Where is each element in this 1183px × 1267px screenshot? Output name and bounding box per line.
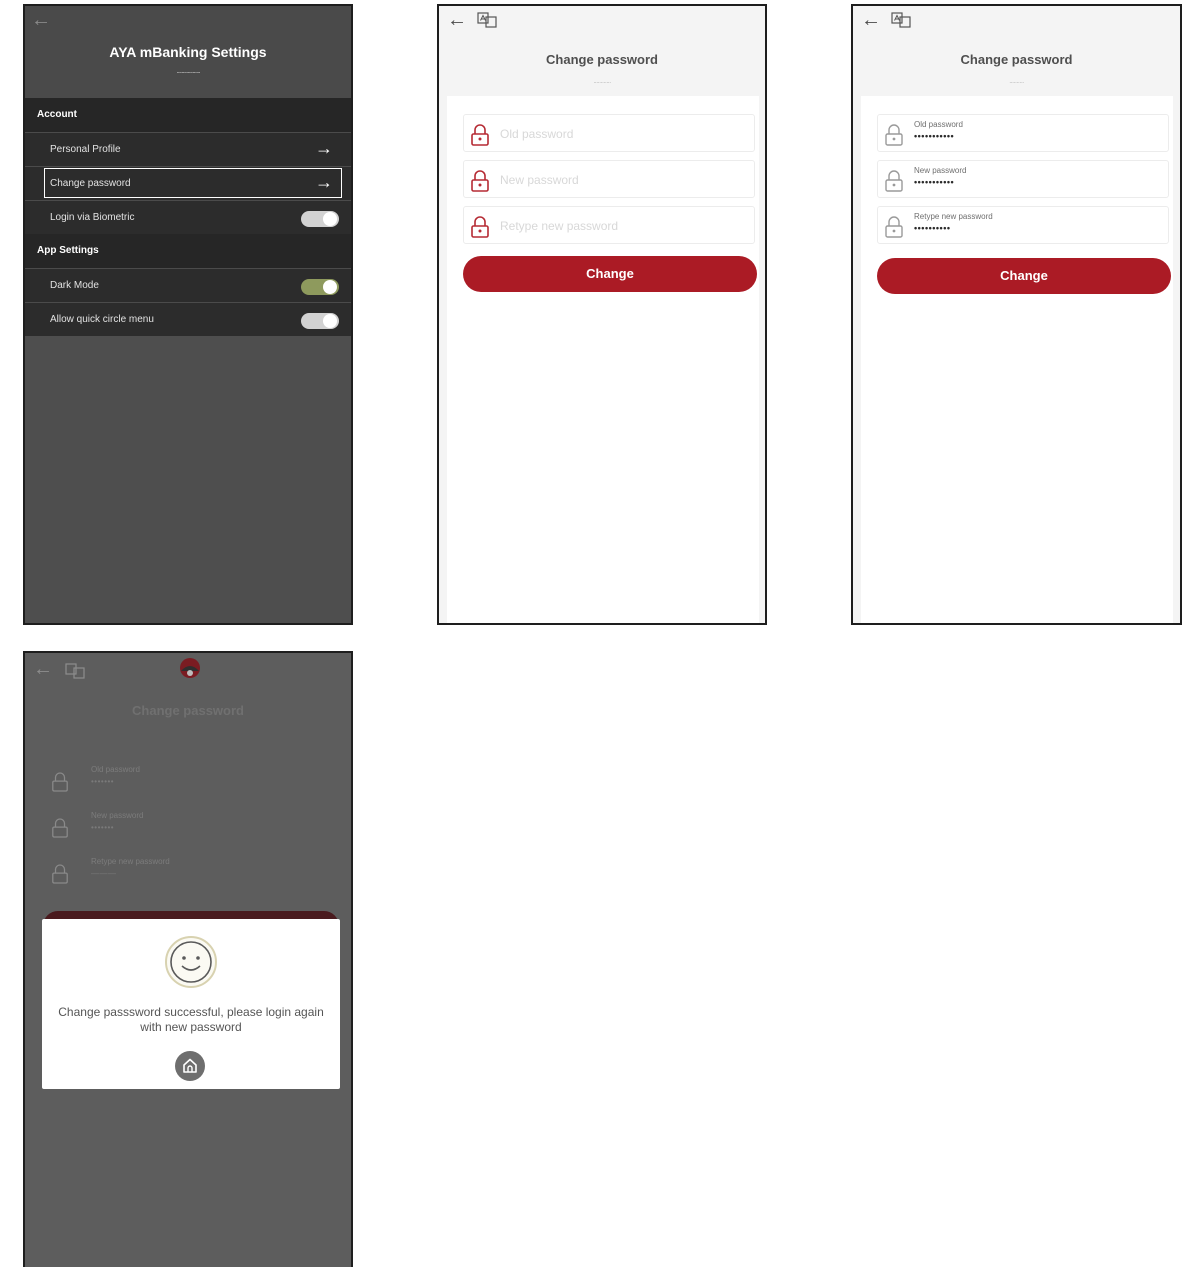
back-arrow-icon[interactable]: ← [31, 10, 51, 30]
home-button[interactable] [175, 1051, 205, 1081]
new-password-field: New password ••••••• [49, 807, 339, 847]
settings-header: ← AYA mBanking Settings ................… [25, 6, 351, 98]
title-underline: .......... [1009, 78, 1024, 85]
retype-password-field[interactable]: Retype new password [463, 206, 755, 244]
field-value: ••••••••••• [914, 131, 955, 141]
lock-icon [471, 170, 489, 192]
title-underline: ............ [593, 78, 611, 85]
field-label: Old password [914, 120, 963, 129]
dark-mode-toggle[interactable] [301, 279, 339, 295]
section-header-app-settings: App Settings [25, 234, 351, 268]
change-button[interactable]: Change [463, 256, 757, 292]
retype-password-field: Retype new password ——— [49, 853, 339, 893]
change-password-screen-filled: ← Change password .......... Old passwor… [851, 4, 1182, 625]
page-title: Change password [960, 52, 1073, 67]
back-arrow-icon[interactable]: ← [447, 10, 467, 30]
arrow-right-icon: → [315, 172, 333, 192]
field-placeholder: Retype new password [500, 219, 619, 233]
title-underline: ................... [176, 66, 200, 75]
field-placeholder: New password [500, 173, 579, 187]
section-header-account: Account [25, 98, 351, 132]
success-message: Change passsword successful, please logi… [58, 1005, 324, 1034]
arrow-right-icon: → [315, 138, 333, 158]
toggle-knob [323, 212, 337, 226]
old-password-field[interactable]: Old password [463, 114, 755, 152]
old-password-field: Old password ••••••• [49, 761, 339, 801]
field-label: Old password [91, 765, 140, 774]
change-button[interactable]: Change [877, 258, 1171, 294]
page-title: Change password [132, 703, 244, 718]
field-label: New password [914, 166, 967, 175]
field-placeholder: Old password [500, 127, 574, 141]
toggle-knob [323, 314, 337, 328]
field-label: Retype new password [914, 212, 993, 221]
password-changed-screen: ← Change password Old password ••••••• N… [23, 651, 353, 1267]
field-value: •••••••••• [914, 223, 951, 233]
language-translate-icon[interactable] [477, 12, 497, 28]
aya-bank-logo-icon [180, 658, 200, 678]
lock-icon [885, 170, 903, 192]
language-translate-icon [65, 663, 85, 679]
settings-item-quick-circle-menu: Allow quick circle menu [25, 302, 351, 336]
home-icon [183, 1058, 197, 1073]
biometric-toggle[interactable] [301, 211, 339, 227]
settings-item-change-password[interactable]: Change password → [25, 166, 351, 200]
new-password-field[interactable]: New password ••••••••••• [877, 160, 1169, 198]
settings-item-label: Dark Mode [50, 280, 99, 291]
toggle-knob [323, 280, 337, 294]
success-dialog: Change passsword successful, please logi… [42, 919, 340, 1089]
lock-icon [885, 216, 903, 238]
smiley-face-icon [165, 936, 217, 988]
change-password-screen-empty: ← Change password ............ Old passw… [437, 4, 767, 625]
field-value: ——— [91, 869, 117, 878]
settings-item-label: Change password [50, 178, 131, 189]
field-value: ••••••• [91, 823, 115, 832]
field-label: Retype new password [91, 857, 170, 866]
retype-password-field[interactable]: Retype new password •••••••••• [877, 206, 1169, 244]
new-password-field[interactable]: New password [463, 160, 755, 198]
field-label: New password [91, 811, 144, 820]
page-title: Change password [546, 52, 658, 67]
settings-item-label: Login via Biometric [50, 212, 135, 223]
settings-screen: ← AYA mBanking Settings ................… [23, 4, 353, 625]
old-password-field[interactable]: Old password ••••••••••• [877, 114, 1169, 152]
field-value: ••••••• [91, 777, 115, 786]
lock-icon [52, 772, 68, 792]
lock-icon [471, 124, 489, 146]
lock-icon [885, 124, 903, 146]
lock-icon [52, 818, 68, 838]
settings-item-personal-profile[interactable]: Personal Profile → [25, 132, 351, 166]
form-panel: Old password New password Retype new pas… [447, 96, 759, 623]
settings-item-dark-mode: Dark Mode [25, 268, 351, 302]
page-title: AYA mBanking Settings [109, 44, 267, 60]
field-value: ••••••••••• [914, 177, 955, 187]
settings-item-login-biometric: Login via Biometric [25, 200, 351, 234]
form-panel: Old password ••••••••••• New password ••… [861, 96, 1173, 623]
language-translate-icon[interactable] [891, 12, 911, 28]
back-arrow-icon[interactable]: ← [861, 10, 881, 30]
back-arrow-icon: ← [33, 658, 53, 680]
lock-icon [471, 216, 489, 238]
settings-item-label: Personal Profile [50, 144, 121, 155]
quick-circle-menu-toggle[interactable] [301, 313, 339, 329]
lock-icon [52, 864, 68, 884]
settings-item-label: Allow quick circle menu [50, 314, 154, 325]
